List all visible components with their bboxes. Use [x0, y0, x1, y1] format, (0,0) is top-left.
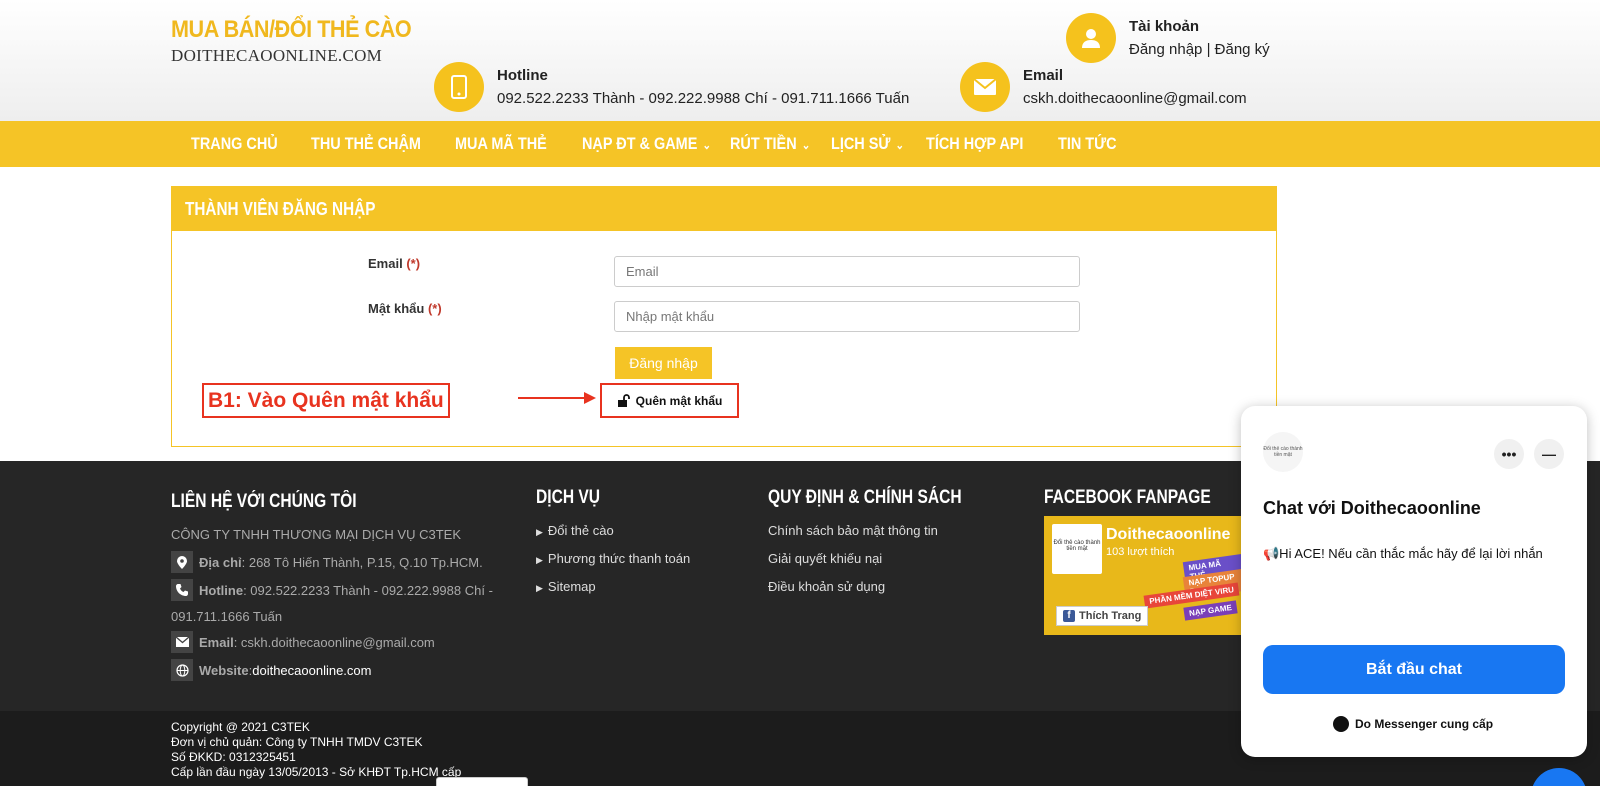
chevron-down-icon: ⌄	[702, 138, 712, 152]
globe-icon	[171, 659, 193, 681]
logo-title: MUA BÁN/ĐỔI THẺ CÀO	[171, 16, 412, 43]
footer-hotline: Hotline: 092.522.2233 Thành - 092.222.99…	[171, 579, 493, 601]
link-privacy-policy[interactable]: Chính sách bảo mật thông tin	[768, 523, 938, 538]
main-nav: TRANG CHỦ THU THẺ CHẬM MUA MÃ THẺ NẠP ĐT…	[0, 121, 1600, 167]
caret-right-icon: ▶	[536, 527, 543, 537]
messenger-chat-widget: Đổi thẻ cào thành tiền mặt ••• — Chat vớ…	[1241, 406, 1587, 757]
website-link[interactable]: doithecaoonline.com	[252, 663, 371, 678]
chevron-down-icon: ⌄	[895, 138, 905, 152]
logo-domain: DOITHECAOONLINE.COM	[171, 46, 383, 65]
email-title: Email	[1023, 67, 1064, 84]
nav-home[interactable]: TRANG CHỦ	[191, 121, 278, 167]
nav-api[interactable]: TÍCH HỢP API	[926, 121, 1023, 167]
minimize-button[interactable]: —	[1534, 439, 1564, 469]
user-icon	[1066, 13, 1116, 63]
facebook-fanpage-widget[interactable]: Đổi thẻ cào thành tiền mặt Doithecaoonli…	[1044, 516, 1244, 635]
caret-right-icon: ▶	[536, 555, 543, 565]
email-address[interactable]: cskh.doithecaoonline@gmail.com	[1023, 87, 1247, 110]
nav-withdraw[interactable]: RÚT TIỀN ⌄	[730, 121, 810, 167]
footer-fanpage-title: FACEBOOK FANPAGE	[1044, 487, 1211, 508]
forgot-password-link[interactable]: Quên mật khẩu	[600, 383, 739, 418]
fanpage-name[interactable]: Doithecaoonline	[1106, 526, 1230, 544]
fanpage-avatar: Đổi thẻ cào thành tiền mặt	[1052, 524, 1102, 574]
scroll-to-top-stub[interactable]	[436, 777, 528, 786]
site-logo[interactable]: MUA BÁN/ĐỔI THẺ CÀO DOITHECAOONLINE.COM	[171, 16, 438, 66]
footer-address: Địa chỉ: 268 Tô Hiến Thành, P.15, Q.10 T…	[171, 551, 483, 573]
link-payment-methods[interactable]: ▶ Phương thức thanh toán	[536, 551, 690, 566]
hotline-numbers: 092.522.2233 Thành - 092.222.9988 Chí - …	[497, 90, 910, 107]
password-input[interactable]	[614, 301, 1080, 332]
chat-greeting: 📢Hi ACE! Nếu cần thắc mắc hãy để lại lời…	[1263, 546, 1543, 561]
copyright-line: Cấp lần đầu ngày 13/05/2013 - Sở KHĐT Tp…	[171, 765, 462, 779]
forgot-password-label: Quên mật khẩu	[635, 393, 723, 408]
chat-title: Chat với Doithecaoonline	[1263, 498, 1481, 518]
phone-icon	[434, 62, 484, 112]
chat-page-avatar: Đổi thẻ cào thành tiền mặt	[1263, 432, 1303, 472]
company-name: CÔNG TY TNHH THƯƠNG MẠI DỊCH VỤ C3TEK	[171, 527, 461, 542]
nav-buy-code[interactable]: MUA MÃ THẺ	[455, 121, 547, 167]
map-pin-icon	[171, 551, 193, 573]
register-link[interactable]: Đăng ký	[1215, 41, 1270, 58]
phone-icon	[171, 579, 193, 601]
fanpage-banner: NẠP GAME	[1183, 600, 1238, 621]
nav-news[interactable]: TIN TỨC	[1058, 121, 1117, 167]
password-label: Mật khẩu (*)	[368, 301, 442, 316]
footer-contact-title: LIÊN HỆ VỚI CHÚNG TÔI	[171, 491, 357, 512]
site-header: MUA BÁN/ĐỔI THẺ CÀO DOITHECAOONLINE.COM …	[0, 0, 1600, 121]
nav-topup-game[interactable]: NẠP ĐT & GAME ⌄	[582, 121, 711, 167]
link-terms[interactable]: Điều khoản sử dụng	[768, 579, 885, 594]
start-chat-button[interactable]: Bắt đầu chat	[1263, 645, 1565, 694]
caret-right-icon: ▶	[536, 583, 543, 593]
account-title: Tài khoản	[1129, 18, 1200, 35]
footer-policy-title: QUY ĐỊNH & CHÍNH SÁCH	[768, 487, 962, 508]
nav-slow-card[interactable]: THU THẺ CHẬM	[311, 121, 421, 167]
unlock-icon	[617, 394, 630, 407]
chevron-down-icon: ⌄	[801, 138, 811, 152]
email-input[interactable]	[614, 256, 1080, 287]
panel-title: THÀNH VIÊN ĐĂNG NHẬP	[172, 187, 1276, 231]
login-panel: THÀNH VIÊN ĐĂNG NHẬP Email (*) Mật khẩu …	[171, 186, 1277, 447]
envelope-icon	[960, 62, 1010, 112]
messenger-icon	[1333, 716, 1349, 732]
fanpage-likes: 103 lượt thích	[1106, 546, 1175, 558]
copyright-line: Copyright @ 2021 C3TEK	[171, 720, 310, 734]
copyright-line: Số ĐKKD: 0312325451	[171, 750, 296, 764]
nav-history[interactable]: LỊCH SỬ ⌄	[831, 121, 904, 167]
link-doi-the-cao[interactable]: ▶ Đổi thẻ cào	[536, 523, 614, 538]
hotline-block: Hotline 092.522.2233 Thành - 092.222.998…	[434, 62, 909, 112]
envelope-icon	[171, 631, 193, 653]
link-sitemap[interactable]: ▶ Sitemap	[536, 579, 596, 594]
account-separator: |	[1202, 41, 1215, 58]
login-button[interactable]: Đăng nhập	[615, 347, 712, 379]
link-complaints[interactable]: Giải quyết khiếu nại	[768, 551, 882, 566]
footer-hotline-cont: 091.711.1666 Tuấn	[171, 609, 283, 624]
email-block: Email cskh.doithecaoonline@gmail.com	[960, 62, 1247, 112]
footer-email: Email: cskh.doithecaoonline@gmail.com	[171, 631, 435, 653]
tutorial-annotation: B1: Vào Quên mật khẩu	[202, 383, 450, 418]
email-label: Email (*)	[368, 256, 421, 271]
fanpage-like-button[interactable]: f Thích Trang	[1056, 606, 1149, 626]
more-options-button[interactable]: •••	[1494, 439, 1524, 469]
footer-website: Website: doithecaoonline.com	[171, 659, 371, 681]
copyright-line: Đơn vị chủ quản: Công ty TNHH TMDV C3TEK	[171, 735, 423, 749]
hotline-title: Hotline	[497, 67, 548, 84]
footer-services-title: DỊCH VỤ	[536, 487, 601, 508]
login-link[interactable]: Đăng nhập	[1129, 41, 1202, 58]
powered-by-messenger: Do Messenger cung cấp	[1333, 716, 1493, 732]
facebook-icon: f	[1063, 610, 1075, 622]
account-block: Tài khoản Đăng nhập | Đăng ký	[1066, 13, 1270, 63]
arrow-right-icon	[518, 392, 596, 404]
